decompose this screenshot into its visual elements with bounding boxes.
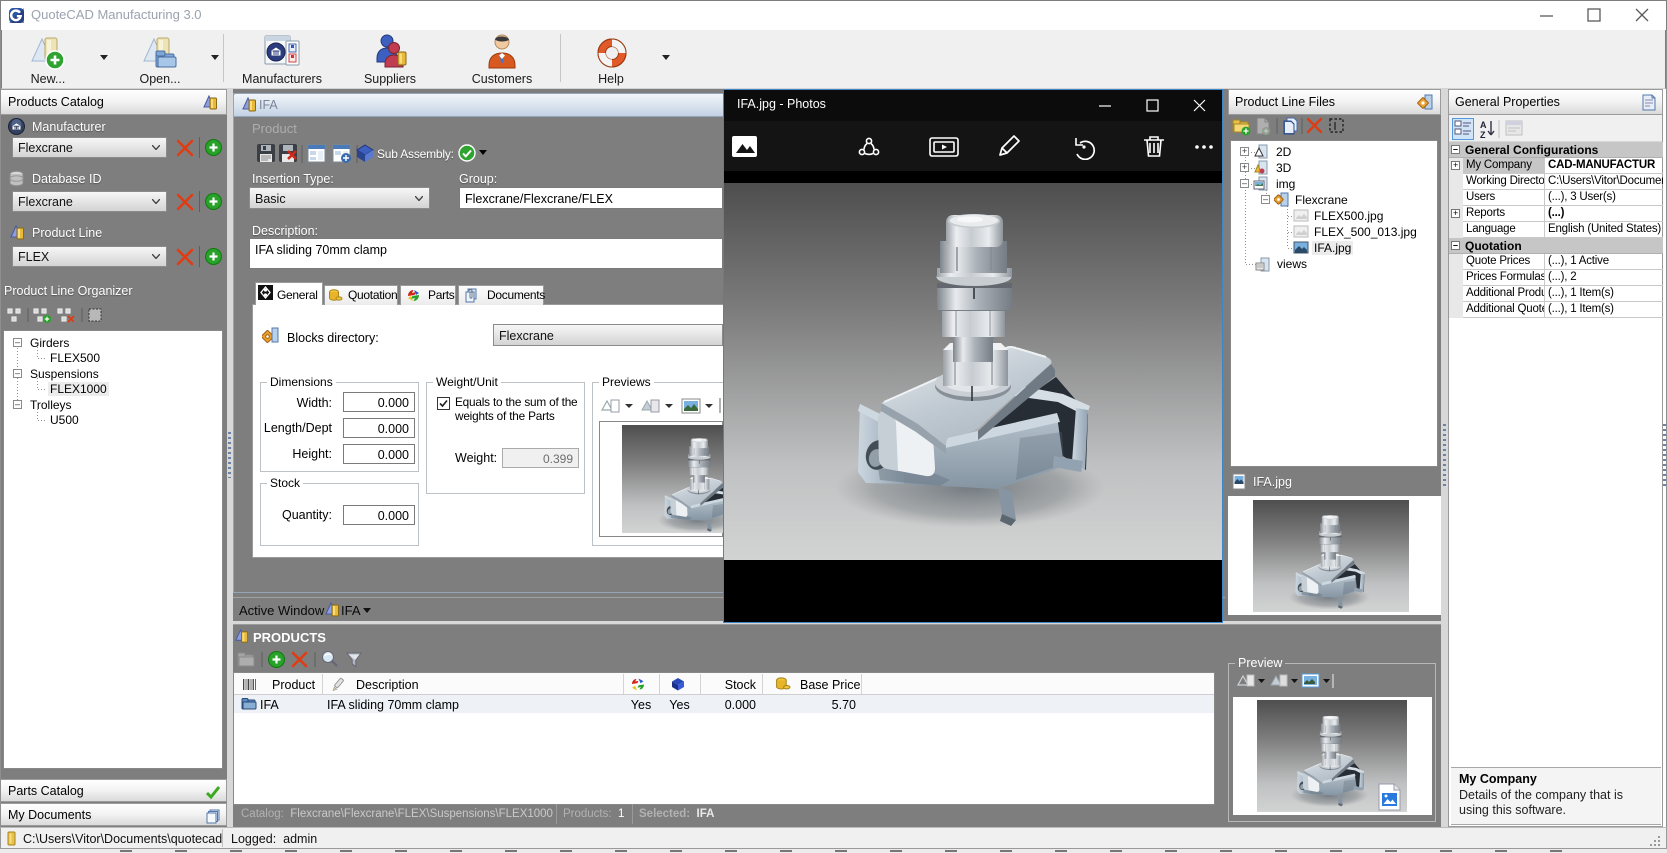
svg-text:A: A (1480, 120, 1487, 130)
svg-text:Z: Z (1480, 130, 1486, 140)
